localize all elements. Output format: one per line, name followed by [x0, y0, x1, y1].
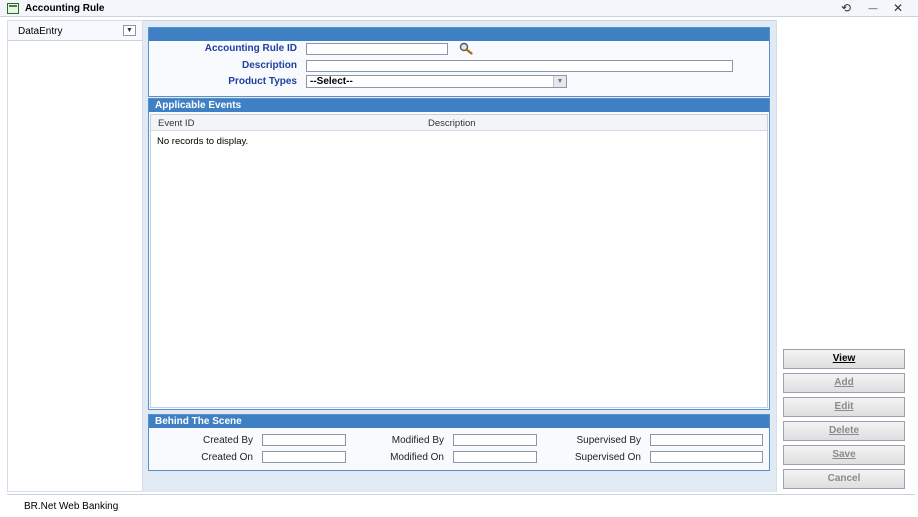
delete-button[interactable]: Delete [783, 421, 905, 441]
status-text: BR.Net Web Banking [24, 501, 119, 512]
window-title: Accounting Rule [25, 3, 105, 14]
product-types-select[interactable]: --Select-- ▼ [306, 75, 567, 88]
main-content: Accounting Rule ID Description Product T… [143, 20, 776, 492]
product-types-value: --Select-- [310, 76, 353, 87]
search-icon[interactable] [459, 42, 473, 55]
supervised-by-label: Supervised By [576, 435, 641, 446]
rule-form-panel: Accounting Rule ID Description Product T… [148, 27, 770, 97]
product-types-label: Product Types [228, 76, 297, 87]
close-icon[interactable]: ✕ [890, 1, 906, 15]
chevron-down-icon[interactable]: ▼ [123, 25, 136, 36]
supervised-by-field[interactable] [650, 434, 763, 446]
applicable-events-title: Applicable Events [149, 99, 769, 112]
events-grid: Event ID Description No records to displ… [150, 114, 768, 408]
accounting-rule-id-input[interactable] [306, 43, 448, 55]
column-event-id[interactable]: Event ID [158, 118, 194, 129]
modified-by-field[interactable] [453, 434, 537, 446]
left-pane: DataEntry ▼ [7, 20, 143, 492]
title-bar: Accounting Rule ⟲ — ✕ [0, 0, 918, 17]
modified-by-label: Modified By [391, 435, 444, 446]
grid-header: Event ID Description [151, 115, 767, 131]
status-bar: BR.Net Web Banking [7, 494, 915, 515]
description-input[interactable] [306, 60, 733, 72]
applicable-events-panel: Applicable Events Event ID Description N… [148, 98, 770, 410]
behind-the-scene-title: Behind The Scene [149, 415, 769, 428]
created-on-field[interactable] [262, 451, 346, 463]
minimize-icon[interactable]: — [865, 1, 881, 15]
cancel-button[interactable]: Cancel [783, 469, 905, 489]
supervised-on-field[interactable] [650, 451, 763, 463]
created-by-label: Created By [202, 435, 253, 446]
modified-on-field[interactable] [453, 451, 537, 463]
view-button[interactable]: View [783, 349, 905, 369]
save-button[interactable]: Save [783, 445, 905, 465]
refresh-icon[interactable]: ⟲ [838, 1, 854, 15]
dropdown-label: DataEntry [18, 26, 63, 37]
supervised-on-label: Supervised On [574, 452, 641, 463]
empty-message: No records to display. [157, 136, 249, 147]
description-label: Description [241, 60, 297, 71]
created-on-label: Created On [201, 452, 253, 463]
add-button[interactable]: Add [783, 373, 905, 393]
edit-button[interactable]: Edit [783, 397, 905, 417]
behind-the-scene-panel: Behind The Scene Created By Created On M… [148, 414, 770, 471]
modified-on-label: Modified On [390, 452, 444, 463]
form-icon [7, 3, 19, 14]
created-by-field[interactable] [262, 434, 346, 446]
accounting-rule-id-label: Accounting Rule ID [204, 43, 297, 54]
column-description[interactable]: Description [428, 118, 476, 129]
rule-form-header [149, 28, 769, 41]
chevron-down-icon[interactable]: ▼ [553, 76, 566, 87]
data-entry-dropdown[interactable]: DataEntry ▼ [8, 21, 142, 41]
